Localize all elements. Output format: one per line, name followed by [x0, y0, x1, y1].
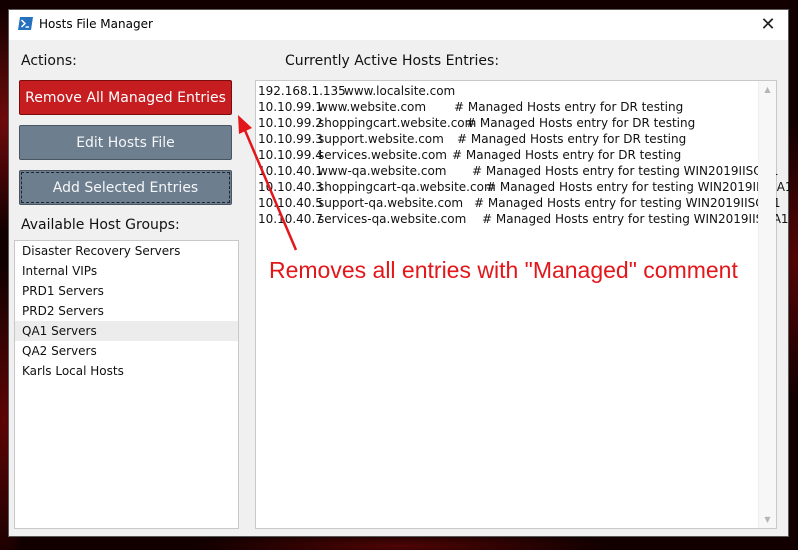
entry-ip: 10.10.99.3 [258, 132, 323, 146]
entry-host: support.website.com [318, 132, 444, 146]
vertical-scrollbar[interactable]: ▲ ▼ [758, 81, 776, 528]
hosts-entry-row: 10.10.40.1 www-qa.website.com # Managed … [258, 163, 779, 179]
hosts-entry-row: 10.10.99.2 shoppingcart.website.com # Ma… [258, 115, 758, 131]
close-icon: ✕ [760, 14, 776, 35]
entry-ip: 10.10.40.7 [258, 212, 323, 226]
remove-all-managed-entries-button[interactable]: Remove All Managed Entries [19, 80, 232, 115]
annotation-text: Removes all entries with "Managed" comme… [269, 257, 738, 283]
hosts-entry-row: 10.10.40.7 services-qa.website.com # Man… [258, 211, 789, 227]
list-item[interactable]: Internal VIPs [15, 261, 238, 281]
add-selected-entries-button[interactable]: Add Selected Entries [19, 170, 232, 205]
scroll-up-icon[interactable]: ▲ [759, 81, 776, 98]
scroll-down-icon[interactable]: ▼ [759, 511, 776, 528]
entry-comment: # Managed Hosts entry for DR testing [466, 116, 696, 130]
powershell-icon [18, 17, 33, 30]
entry-ip: 10.10.99.1 [258, 100, 323, 114]
entry-host: shoppingcart-qa.website.com [318, 180, 496, 194]
entry-ip: 10.10.40.5 [258, 196, 323, 210]
entry-comment: # Managed Hosts entry for DR testing [457, 132, 687, 146]
hosts-entries-textbox[interactable]: 192.168.1.135 www.localsite.com 10.10.99… [255, 80, 793, 529]
entry-comment: # Managed Hosts entry for testing WIN201… [482, 212, 789, 226]
entry-host: services.website.com [318, 148, 447, 162]
entry-comment: # Managed Hosts entry for DR testing [454, 100, 684, 114]
title-bar[interactable]: Hosts File Manager ✕ [9, 10, 788, 40]
list-item[interactable]: Karls Local Hosts [15, 361, 238, 381]
active-hosts-entries-label: Currently Active Hosts Entries: [285, 53, 500, 69]
entry-host: www-qa.website.com [318, 164, 447, 178]
list-item[interactable]: Disaster Recovery Servers [15, 241, 238, 261]
list-item[interactable]: PRD2 Servers [15, 301, 238, 321]
entry-host: www.localsite.com [344, 84, 456, 98]
edit-hosts-file-button[interactable]: Edit Hosts File [19, 125, 232, 160]
entry-comment: # Managed Hosts entry for testing WIN201… [486, 180, 793, 194]
host-groups-list[interactable]: Disaster Recovery Servers Internal VIPs … [14, 240, 239, 529]
entry-host: support-qa.website.com [318, 196, 464, 210]
entry-ip: 192.168.1.135 [258, 84, 346, 98]
entry-comment: # Managed Hosts entry for testing WIN201… [472, 164, 779, 178]
close-button[interactable]: ✕ [748, 10, 788, 40]
list-item[interactable]: QA1 Servers [15, 321, 238, 341]
hosts-entry-row: 192.168.1.135 www.localsite.com [258, 83, 758, 99]
hosts-entry-row: 10.10.99.4 services.website.com # Manage… [258, 147, 758, 163]
hosts-entry-row: 10.10.40.3 shoppingcart-qa.website.com #… [258, 179, 793, 195]
entry-ip: 10.10.99.4 [258, 148, 323, 162]
actions-label: Actions: [21, 53, 77, 69]
list-item[interactable]: PRD1 Servers [15, 281, 238, 301]
entry-host: shoppingcart.website.com [318, 116, 477, 130]
hosts-entry-row: 10.10.99.3 support.website.com # Managed… [258, 131, 758, 147]
entry-host: www.website.com [318, 100, 427, 114]
entry-comment: # Managed Hosts entry for testing WIN201… [474, 196, 781, 210]
entry-ip: 10.10.99.2 [258, 116, 323, 130]
hosts-entries-text: 192.168.1.135 www.localsite.com 10.10.99… [258, 83, 793, 227]
entry-ip: 10.10.40.3 [258, 180, 323, 194]
hosts-entry-row: 10.10.40.5 support-qa.website.com # Mana… [258, 195, 781, 211]
entry-host: services-qa.website.com [318, 212, 467, 226]
hosts-entry-row: 10.10.99.1 www.website.com # Managed Hos… [258, 99, 758, 115]
window-title: Hosts File Manager [39, 17, 153, 31]
available-host-groups-label: Available Host Groups: [21, 217, 180, 233]
client-area: Actions: Remove All Managed Entries Edit… [9, 40, 793, 536]
entry-comment: # Managed Hosts entry for DR testing [452, 148, 682, 162]
list-item[interactable]: QA2 Servers [15, 341, 238, 361]
entry-ip: 10.10.40.1 [258, 164, 323, 178]
